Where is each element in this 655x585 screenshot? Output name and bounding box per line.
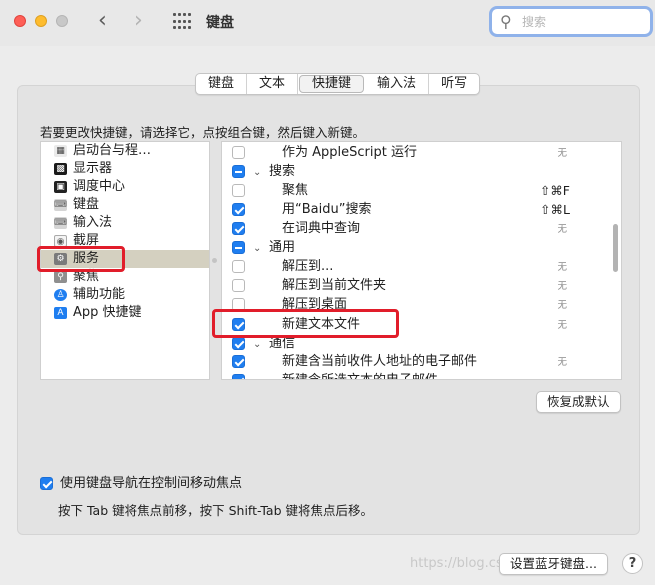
accessibility-icon: ♙ bbox=[54, 289, 67, 301]
shortcut-checkbox[interactable] bbox=[232, 222, 245, 235]
instruction-text: 若要更改快捷键，请选择它，点按组合键，然后键入新键。 bbox=[40, 125, 366, 140]
category-app-shortcuts[interactable]: A App 快捷键 bbox=[41, 304, 209, 322]
shortcut-checkbox[interactable] bbox=[232, 279, 245, 292]
shortcut-key[interactable]: 无 bbox=[557, 353, 567, 372]
mission-control-icon: ▣ bbox=[54, 181, 67, 193]
split-view-divider-handle[interactable] bbox=[212, 258, 217, 263]
tab-shortcuts[interactable]: 快捷键 bbox=[299, 75, 365, 93]
category-input-sources[interactable]: ⌨ 输入法 bbox=[41, 214, 209, 232]
category-label: 键盘 bbox=[73, 197, 100, 212]
shortcut-label: 在词典中查询 bbox=[282, 221, 361, 236]
group-label: 通用 bbox=[269, 240, 296, 255]
shortcut-key[interactable]: 无 bbox=[557, 220, 567, 239]
shortcut-label: 聚焦 bbox=[282, 183, 309, 198]
input-source-icon: ⌨ bbox=[54, 217, 67, 229]
category-label: 显示器 bbox=[73, 161, 113, 176]
forward-arrow-icon[interactable]: › bbox=[134, 8, 143, 34]
group-label: 搜索 bbox=[269, 164, 296, 179]
shortcut-key[interactable]: 无 bbox=[557, 316, 567, 335]
tab-dictation[interactable]: 听写 bbox=[429, 74, 479, 94]
shortcut-label: 新建含所选文本的电子邮件 bbox=[282, 371, 438, 379]
shortcut-group-row[interactable]: ⌄ 通用 bbox=[222, 238, 621, 258]
category-label: 启动台与程… bbox=[73, 143, 152, 158]
shortcut-label: 作为 AppleScript 运行 bbox=[282, 145, 417, 160]
launchpad-icon: ▦ bbox=[54, 145, 67, 157]
display-icon: ▩ bbox=[54, 163, 67, 175]
highlight-box-new-text-file bbox=[212, 309, 399, 338]
shortcut-checkbox[interactable] bbox=[232, 146, 245, 159]
shortcut-checkbox[interactable] bbox=[232, 203, 245, 216]
shortcut-row[interactable]: 聚焦 ⇧⌘F bbox=[222, 181, 621, 200]
tab-input-sources[interactable]: 输入法 bbox=[365, 74, 430, 94]
category-accessibility[interactable]: ♙ 辅助功能 bbox=[41, 286, 209, 304]
shortcut-label: 解压到... bbox=[282, 259, 334, 274]
shortcut-key[interactable]: 无 bbox=[557, 296, 567, 315]
keyboard-navigation-hint: 按下 Tab 键将焦点前移，按下 Shift-Tab 键将焦点后移。 bbox=[58, 503, 373, 518]
shortcut-checkbox[interactable] bbox=[232, 260, 245, 273]
category-mission-control[interactable]: ▣ 调度中心 bbox=[41, 178, 209, 196]
close-window-button[interactable] bbox=[14, 15, 26, 27]
title-bar: ‹ › 键盘 ⚲ bbox=[0, 0, 655, 46]
highlight-box-services bbox=[37, 246, 125, 272]
shortcut-checkbox[interactable] bbox=[232, 355, 245, 368]
vertical-scrollbar-thumb[interactable] bbox=[613, 224, 618, 272]
shortcut-label: 解压到当前文件夹 bbox=[282, 278, 387, 293]
disclosure-triangle-icon[interactable]: ⌄ bbox=[253, 239, 261, 258]
search-icon: ⚲ bbox=[500, 12, 512, 31]
shortcut-row[interactable]: 解压到当前文件夹 无 bbox=[222, 276, 621, 296]
shortcut-key[interactable]: 无 bbox=[557, 144, 567, 163]
category-label: App 快捷键 bbox=[73, 305, 142, 320]
tab-bar: 键盘 文本 快捷键 输入法 听写 bbox=[195, 73, 481, 95]
category-launchpad[interactable]: ▦ 启动台与程… bbox=[41, 142, 209, 160]
shortcut-checkbox[interactable] bbox=[232, 184, 245, 197]
app-store-icon: A bbox=[54, 307, 67, 319]
keyboard-icon: ⌨ bbox=[54, 199, 67, 211]
shortcut-row[interactable]: 作为 AppleScript 运行 无 bbox=[222, 143, 621, 163]
shortcut-key[interactable]: 无 bbox=[557, 277, 567, 296]
tab-keyboard[interactable]: 键盘 bbox=[196, 74, 248, 94]
back-arrow-icon[interactable]: ‹ bbox=[98, 8, 107, 34]
category-label: 调度中心 bbox=[73, 179, 126, 194]
shortcut-row[interactable]: 新建含所选文本的电子邮件 bbox=[222, 371, 621, 379]
shortcut-row[interactable]: 新建含当前收件人地址的电子邮件 无 bbox=[222, 352, 621, 372]
category-label: 输入法 bbox=[73, 215, 113, 230]
restore-defaults-button[interactable]: 恢复成默认 bbox=[536, 391, 621, 413]
shortcut-row[interactable]: 用“Baidu”搜索 ⇧⌘L bbox=[222, 200, 621, 219]
group-checkbox[interactable] bbox=[232, 337, 245, 350]
shortcut-key[interactable]: ⇧⌘L bbox=[540, 200, 570, 219]
spotlight-icon: ⚲ bbox=[54, 271, 67, 283]
shortcut-key[interactable]: 无 bbox=[557, 258, 567, 277]
tab-text[interactable]: 文本 bbox=[247, 74, 299, 94]
shortcut-key[interactable]: ⇧⌘F bbox=[540, 181, 570, 200]
keyboard-navigation-label: 使用键盘导航在控制间移动焦点 bbox=[60, 476, 243, 491]
category-display[interactable]: ▩ 显示器 bbox=[41, 160, 209, 178]
shortcut-label: 新建含当前收件人地址的电子邮件 bbox=[282, 354, 478, 369]
shortcut-row[interactable]: 解压到... 无 bbox=[222, 257, 621, 277]
keyboard-navigation-checkbox[interactable] bbox=[40, 477, 53, 490]
window-title: 键盘 bbox=[206, 15, 234, 31]
shortcut-group-row[interactable]: ⌄ 搜索 bbox=[222, 162, 621, 182]
search-input[interactable] bbox=[522, 13, 642, 31]
search-field[interactable]: ⚲ bbox=[489, 6, 653, 37]
minimize-window-button[interactable] bbox=[35, 15, 47, 27]
help-button[interactable]: ? bbox=[622, 553, 643, 574]
group-checkbox[interactable] bbox=[232, 165, 245, 178]
category-label: 辅助功能 bbox=[73, 287, 126, 302]
shortcut-checkbox[interactable] bbox=[232, 374, 245, 379]
shortcut-list[interactable]: 作为 AppleScript 运行 无 ⌄ 搜索 聚焦 ⇧⌘F 用“Baidu”… bbox=[221, 141, 622, 380]
zoom-window-button[interactable] bbox=[56, 15, 68, 27]
disclosure-triangle-icon[interactable]: ⌄ bbox=[253, 163, 261, 182]
show-all-grid-icon[interactable] bbox=[173, 13, 191, 31]
shortcut-label: 用“Baidu”搜索 bbox=[282, 202, 372, 217]
category-keyboard[interactable]: ⌨ 键盘 bbox=[41, 196, 209, 214]
shortcut-row[interactable]: 在词典中查询 无 bbox=[222, 219, 621, 239]
set-up-bluetooth-keyboard-button[interactable]: 设置蓝牙键盘... bbox=[499, 553, 608, 575]
group-checkbox[interactable] bbox=[232, 241, 245, 254]
